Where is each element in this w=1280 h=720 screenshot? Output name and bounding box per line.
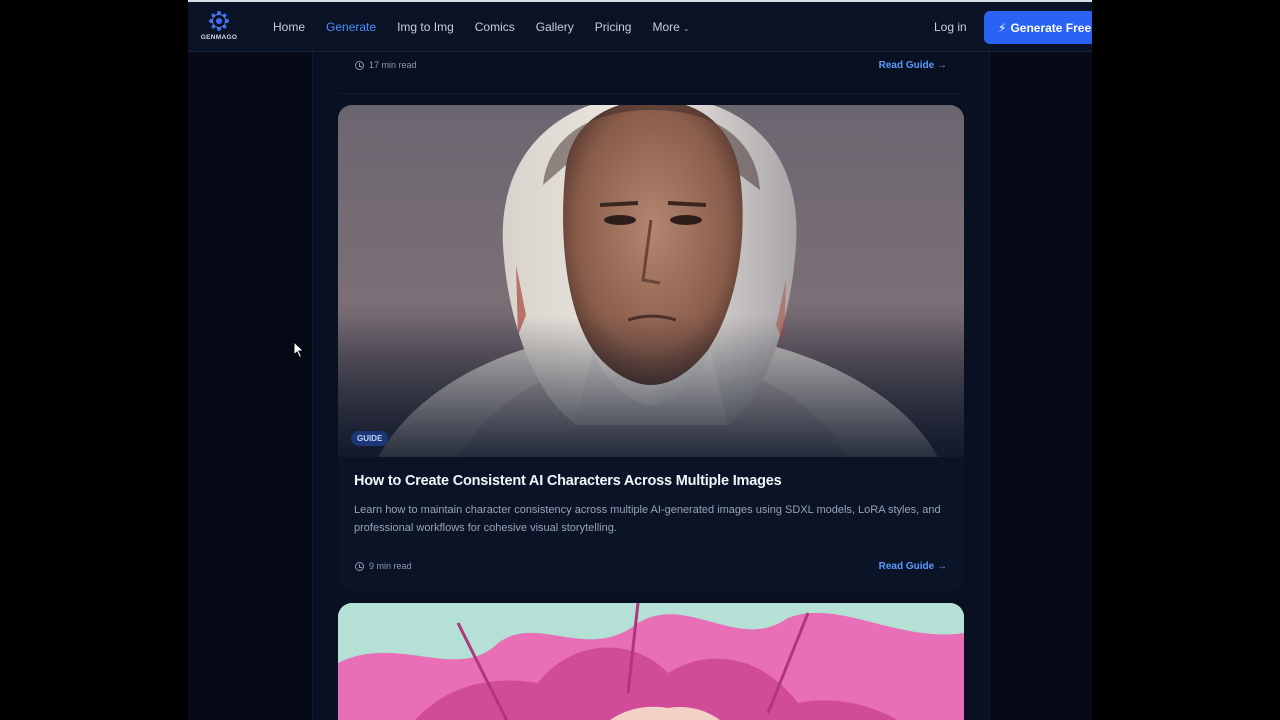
mouse-cursor-icon [293,341,305,359]
clock-icon [355,60,364,70]
card-divider [338,93,964,94]
guide-description: Learn how to maintain character consiste… [354,504,941,534]
guide-card-image[interactable] [338,105,964,457]
read-time: 17 min read [355,60,947,70]
read-time-text: 17 min read [369,60,417,70]
read-time-text: 9 min read [369,561,412,571]
next-guide-card[interactable] [338,603,964,720]
browser-viewport: GENMAGO Home Generate Img to Img Comics … [188,0,1092,720]
nav-img-to-img[interactable]: Img to Img [397,2,454,52]
nav-generate[interactable]: Generate [326,2,377,58]
nav-more-label: More [652,20,680,34]
chevron-down-icon: ⌄ [682,24,690,33]
guide-card-footer: 9 min read Read Guide → [355,561,947,577]
nav-more[interactable]: More ⌄ [652,2,689,52]
read-guide-link[interactable]: Read Guide → [879,561,947,572]
previous-card-footer: 17 min read Read Guide → [355,60,947,80]
category-badge: GUIDE [351,431,389,446]
login-link[interactable]: Log in [934,2,967,52]
portrait-image [338,105,964,457]
nav-home[interactable]: Home [273,2,305,52]
brand-name: GENMAGO [200,34,238,41]
generate-free-label: Generate Free [1010,20,1092,35]
genmago-logo-icon [209,11,229,31]
nav-links: Home Generate Img to Img Comics Gallery … [273,2,711,58]
guide-title[interactable]: How to Create Consistent AI Characters A… [354,473,782,489]
next-guide-image [338,603,964,720]
bolt-icon: ⚡︎ [998,20,1007,35]
read-guide-link[interactable]: Read Guide → [879,60,947,71]
nav-pricing[interactable]: Pricing [595,2,632,52]
nav-comics[interactable]: Comics [475,2,515,52]
brand-logo[interactable]: GENMAGO [198,10,240,46]
guide-card[interactable]: GUIDE How to Create Consistent AI Charac… [338,105,964,591]
clock-icon [355,561,364,571]
nav-gallery[interactable]: Gallery [536,2,574,52]
top-navbar: GENMAGO Home Generate Img to Img Comics … [188,2,1092,58]
generate-free-button[interactable]: ⚡︎ Generate Free [984,11,1092,44]
read-time: 9 min read [355,561,947,571]
